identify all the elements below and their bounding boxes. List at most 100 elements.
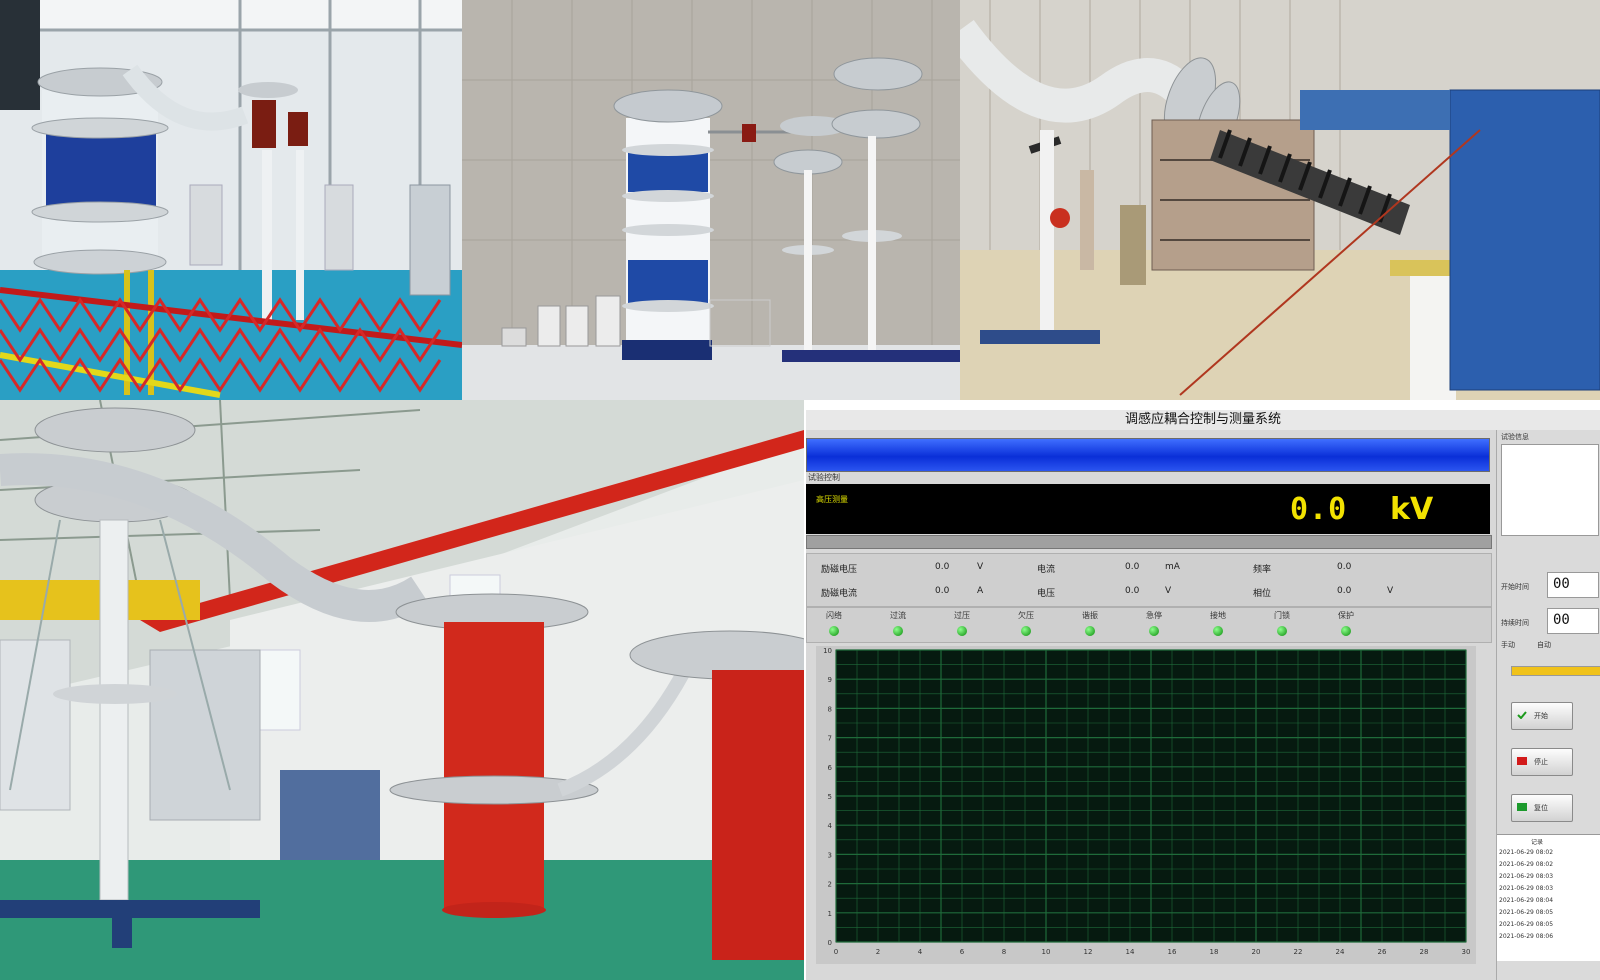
- y-tick-label: 7: [828, 735, 832, 743]
- log-row: 2021-06-29 08:03: [1499, 873, 1554, 880]
- log-row: 2021-06-29 08:06: [1499, 933, 1554, 940]
- y-tick-label: 6: [828, 764, 833, 772]
- log-row: 2021-06-29 08:02: [1499, 861, 1554, 868]
- meas-label: 励磁电流: [821, 589, 858, 599]
- indicator-label: 欠压: [1018, 611, 1034, 620]
- indicator-item: 保护: [1321, 610, 1371, 640]
- x-tick-label: 30: [1462, 948, 1471, 956]
- x-tick-label: 6: [960, 948, 965, 956]
- indicator-item: 过流: [873, 610, 923, 640]
- indicator-label: 接地: [1210, 611, 1226, 620]
- indicator-label: 过压: [954, 611, 970, 620]
- log-row: 2021-06-29 08:05: [1499, 909, 1554, 916]
- reset-button-label: 复位: [1534, 804, 1548, 812]
- meas-unit: V: [1387, 586, 1394, 596]
- check-icon: [1517, 711, 1527, 720]
- meas-unit: V: [977, 562, 984, 572]
- indicator-item: 接地: [1193, 610, 1243, 640]
- y-tick-label: 9: [828, 676, 832, 684]
- indicator-light: [1277, 626, 1287, 636]
- indicator-item: 门锁: [1257, 610, 1307, 640]
- indicator-light: [893, 626, 903, 636]
- indicator-light: [1213, 626, 1223, 636]
- stop-icon: [1517, 757, 1527, 765]
- info-box: [1501, 444, 1599, 536]
- y-tick-label: 0: [828, 939, 832, 947]
- x-tick-label: 16: [1168, 948, 1177, 956]
- indicator-label: 闪络: [826, 611, 842, 620]
- y-tick-label: 5: [828, 793, 832, 801]
- section-label: 试验控制: [808, 473, 840, 482]
- start-time-label: 开始时间: [1501, 583, 1529, 591]
- indicator-light: [1021, 626, 1031, 636]
- indicator-item: 谐振: [1065, 610, 1115, 640]
- indicator-light: [1085, 626, 1095, 636]
- indicator-item: 闪络: [809, 610, 859, 640]
- meas-value: 0.0: [935, 562, 950, 572]
- waveform-chart: 0 2 4 6 8 10 12 14 16 18 20 22 24 26 28 30012345678910: [816, 646, 1476, 964]
- meas-unit: A: [977, 586, 984, 596]
- app-title: 调感应耦合控制与测量系统: [806, 410, 1600, 430]
- indicator-label: 谐振: [1082, 611, 1098, 620]
- photo-test-lab-top-left: [0, 0, 462, 400]
- start-button[interactable]: 开始: [1511, 702, 1573, 730]
- meas-label: 电压: [1037, 589, 1056, 599]
- meas-unit: V: [1165, 586, 1172, 596]
- indicator-light: [1341, 626, 1351, 636]
- indicator-light: [957, 626, 967, 636]
- photo-test-hall-top-middle: [462, 0, 960, 400]
- x-tick-label: 20: [1252, 948, 1261, 956]
- log-row: 2021-06-29 08:02: [1499, 849, 1554, 856]
- start-button-label: 开始: [1534, 712, 1548, 720]
- meas-label: 励磁电压: [821, 565, 858, 575]
- tab-manual[interactable]: 手动: [1501, 640, 1515, 650]
- x-tick-label: 22: [1294, 948, 1303, 956]
- event-log: 记录 2021-06-29 08:02 2021-06-29 08:02 202…: [1497, 834, 1600, 961]
- voltage-display: 高压测量 0.0 kV: [806, 484, 1490, 534]
- x-tick-label: 10: [1042, 948, 1051, 956]
- y-tick-label: 10: [823, 647, 832, 655]
- y-tick-label: 1: [828, 910, 832, 918]
- duration-value: 00: [1553, 612, 1570, 628]
- x-tick-label: 14: [1126, 948, 1135, 956]
- log-row: 2021-06-29 08:05: [1499, 921, 1554, 928]
- x-tick-label: 24: [1336, 948, 1345, 956]
- log-row: 2021-06-29 08:03: [1499, 885, 1554, 892]
- tab-auto[interactable]: 自动: [1537, 640, 1551, 650]
- progress-bar: [1511, 666, 1600, 676]
- x-tick-label: 2: [876, 948, 880, 956]
- meas-label: 电流: [1037, 565, 1056, 575]
- meas-value: 0.0: [1125, 586, 1140, 596]
- x-tick-label: 12: [1084, 948, 1093, 956]
- stop-button[interactable]: 停止: [1511, 748, 1573, 776]
- meas-value: 0.0: [1337, 586, 1352, 596]
- indicator-item: 急停: [1129, 610, 1179, 640]
- indicator-label: 急停: [1146, 611, 1162, 620]
- voltage-value: 0.0: [1290, 492, 1348, 527]
- indicator-label: 过流: [890, 611, 906, 620]
- indicator-light: [1149, 626, 1159, 636]
- x-tick-label: 0: [834, 948, 838, 956]
- test-control-app: 调感应耦合控制与测量系统 试验控制 高压测量 0.0 kV 励磁电压 0.0 V…: [806, 410, 1600, 980]
- indicator-label: 门锁: [1274, 611, 1290, 620]
- display-tag: 高压测量: [816, 495, 848, 504]
- x-tick-label: 4: [918, 948, 923, 956]
- indicator-light: [829, 626, 839, 636]
- photo-reactor-hall-bottom-left: [0, 400, 804, 980]
- x-tick-label: 28: [1420, 948, 1429, 956]
- y-tick-label: 8: [828, 705, 832, 713]
- meas-label: 频率: [1253, 565, 1272, 575]
- log-row: 2021-06-29 08:04: [1499, 897, 1554, 904]
- start-time-value: 00: [1553, 576, 1570, 592]
- duration-label: 持续时间: [1501, 619, 1529, 627]
- status-banner: [806, 438, 1490, 472]
- measurement-panel: 励磁电压 0.0 V 电流 0.0 mA 频率 0.0 励磁电流 0.0 A 电…: [806, 553, 1492, 607]
- y-tick-label: 2: [828, 881, 832, 889]
- photo-bushing-test-top-right: [960, 0, 1600, 400]
- log-header: 记录: [1531, 839, 1544, 846]
- meas-label: 相位: [1253, 589, 1272, 599]
- reset-button[interactable]: 复位: [1511, 794, 1573, 822]
- voltage-slider[interactable]: [806, 535, 1492, 549]
- y-tick-label: 4: [828, 822, 833, 830]
- x-tick-label: 18: [1210, 948, 1219, 956]
